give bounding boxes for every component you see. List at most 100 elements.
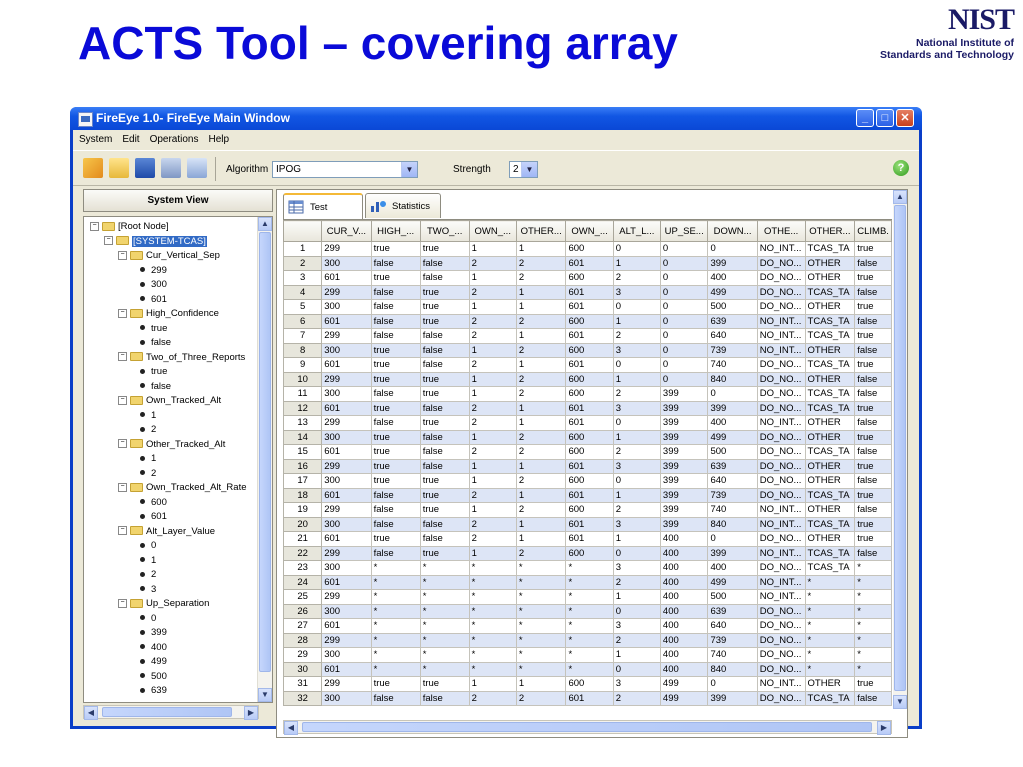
table-cell[interactable]: DO_NO... xyxy=(756,632,806,648)
table-row[interactable]: 23 300 * * * * * 3 400 400 DO_NO... TCAS_TA * xyxy=(283,560,892,576)
table-row[interactable]: 12 601 true false 2 1 601 3 399 399 DO_NO... TCAS_T… xyxy=(283,400,892,416)
table-row[interactable]: 24 601 * * * * * 2 400 499 NO_INT... * * xyxy=(283,574,892,590)
table-cell[interactable]: true xyxy=(419,676,470,692)
table-cell[interactable]: 400 xyxy=(707,270,758,286)
tree-vertical-scrollbar[interactable]: ▲ ▼ xyxy=(257,217,272,702)
tree-value-node[interactable]: 1 xyxy=(140,409,156,423)
table-cell[interactable]: 740 xyxy=(707,502,758,518)
table-cell[interactable]: 0 xyxy=(659,284,709,300)
table-cell[interactable]: 2 xyxy=(515,545,567,561)
table-cell[interactable]: 299 xyxy=(321,545,372,561)
table-cell[interactable]: 601 xyxy=(321,444,372,460)
table-cell[interactable]: 2 xyxy=(468,400,517,416)
table-cell[interactable]: * xyxy=(565,647,614,663)
table-cell[interactable]: false xyxy=(419,400,470,416)
table-cell[interactable]: 840 xyxy=(707,661,758,677)
table-cell[interactable]: * xyxy=(419,618,470,634)
table-cell[interactable]: DO_NO... xyxy=(756,647,806,663)
row-number[interactable]: 9 xyxy=(283,357,323,373)
table-cell[interactable]: 399 xyxy=(659,487,709,503)
table-cell[interactable]: * xyxy=(370,589,421,605)
table-cell[interactable]: 840 xyxy=(707,371,758,387)
table-row[interactable]: 5 300 false true 1 1 601 0 0 500 DO_NO... OTHER true xyxy=(283,299,892,315)
settings-icon[interactable] xyxy=(187,158,207,178)
table-cell[interactable]: * xyxy=(468,647,517,663)
table-cell[interactable]: 500 xyxy=(707,299,758,315)
table-cell[interactable]: 0 xyxy=(612,545,661,561)
table-row[interactable]: 14 300 true false 1 2 600 1 399 499 DO_NO... OTHER t… xyxy=(283,429,892,445)
table-cell[interactable]: 400 xyxy=(659,618,709,634)
table-cell[interactable]: 299 xyxy=(321,502,372,518)
table-cell[interactable]: 601 xyxy=(565,255,614,271)
table-cell[interactable]: NO_INT... xyxy=(756,545,806,561)
table-cell[interactable]: OTHER xyxy=(804,371,856,387)
table-cell[interactable]: false xyxy=(854,342,892,358)
tree-folder-node[interactable]: − [Root Node] xyxy=(90,220,169,234)
table-cell[interactable]: false xyxy=(370,299,421,315)
table-cell[interactable]: 740 xyxy=(707,647,758,663)
table-cell[interactable]: true xyxy=(854,299,892,315)
table-cell[interactable]: 600 xyxy=(565,545,614,561)
row-number[interactable]: 24 xyxy=(283,574,323,590)
table-cell[interactable]: 1 xyxy=(468,241,517,257)
table-cell[interactable]: true xyxy=(854,400,892,416)
table-cell[interactable]: 400 xyxy=(707,415,758,431)
table-cell[interactable]: 1 xyxy=(515,328,567,344)
table-cell[interactable]: false xyxy=(854,386,892,402)
collapse-toggle-icon[interactable]: − xyxy=(118,482,127,492)
table-cell[interactable]: * xyxy=(565,560,614,576)
table-cell[interactable]: 299 xyxy=(321,415,372,431)
table-cell[interactable]: * xyxy=(804,661,856,677)
chevron-down-icon[interactable]: ▼ xyxy=(401,162,417,177)
row-number[interactable]: 17 xyxy=(283,473,323,489)
table-cell[interactable]: 399 xyxy=(659,400,709,416)
table-cell[interactable]: 399 xyxy=(659,429,709,445)
table-cell[interactable]: * xyxy=(565,632,614,648)
table-cell[interactable]: 399 xyxy=(659,516,709,532)
table-cell[interactable]: 2 xyxy=(612,444,661,460)
table-cell[interactable]: DO_NO... xyxy=(756,386,806,402)
table-cell[interactable]: DO_NO... xyxy=(756,661,806,677)
table-cell[interactable]: 0 xyxy=(612,241,661,257)
table-cell[interactable]: 2 xyxy=(468,357,517,373)
table-cell[interactable]: 3 xyxy=(612,618,661,634)
table-cell[interactable]: 1 xyxy=(515,531,567,547)
table-row[interactable]: 22 299 false true 1 2 600 0 400 399 NO_INT... TCAS_… xyxy=(283,545,892,561)
row-number[interactable]: 14 xyxy=(283,429,323,445)
tree-folder-node[interactable]: − Up_Separation xyxy=(118,597,209,611)
table-cell[interactable]: true xyxy=(370,270,421,286)
column-header[interactable]: HIGH_... xyxy=(370,220,421,242)
table-cell[interactable]: false xyxy=(419,458,470,474)
table-cell[interactable]: * xyxy=(515,589,567,605)
scroll-left-icon[interactable]: ◀ xyxy=(284,721,298,735)
table-cell[interactable]: false xyxy=(370,690,421,706)
table-cell[interactable]: false xyxy=(419,531,470,547)
table-cell[interactable]: 739 xyxy=(707,342,758,358)
table-cell[interactable]: true xyxy=(370,357,421,373)
tree-value-node[interactable]: 300 xyxy=(140,278,167,292)
grid-horizontal-scrollbar[interactable]: ◀ ▶ xyxy=(283,720,892,735)
table-cell[interactable]: true xyxy=(370,444,421,460)
table-cell[interactable]: 2 xyxy=(515,502,567,518)
table-cell[interactable]: * xyxy=(468,603,517,619)
table-cell[interactable]: 601 xyxy=(321,531,372,547)
tab-statistics[interactable]: Statistics xyxy=(365,193,441,218)
table-cell[interactable]: 1 xyxy=(612,531,661,547)
table-cell[interactable]: 600 xyxy=(565,429,614,445)
table-cell[interactable]: 500 xyxy=(707,589,758,605)
table-cell[interactable]: 601 xyxy=(565,284,614,300)
table-cell[interactable]: * xyxy=(515,647,567,663)
table-cell[interactable]: 0 xyxy=(707,531,758,547)
table-row[interactable]: 26 300 * * * * * 0 400 639 DO_NO... * * xyxy=(283,603,892,619)
table-cell[interactable]: 3 xyxy=(612,458,661,474)
row-number[interactable]: 27 xyxy=(283,618,323,634)
table-cell[interactable]: * xyxy=(804,574,856,590)
table-cell[interactable]: true xyxy=(854,458,892,474)
table-cell[interactable]: OTHER xyxy=(804,473,856,489)
row-number[interactable]: 7 xyxy=(283,328,323,344)
table-cell[interactable]: 400 xyxy=(659,589,709,605)
table-cell[interactable]: DO_NO... xyxy=(756,603,806,619)
table-cell[interactable]: 300 xyxy=(321,690,372,706)
table-cell[interactable]: TCAS_TA xyxy=(804,313,856,329)
table-cell[interactable]: 299 xyxy=(321,676,372,692)
